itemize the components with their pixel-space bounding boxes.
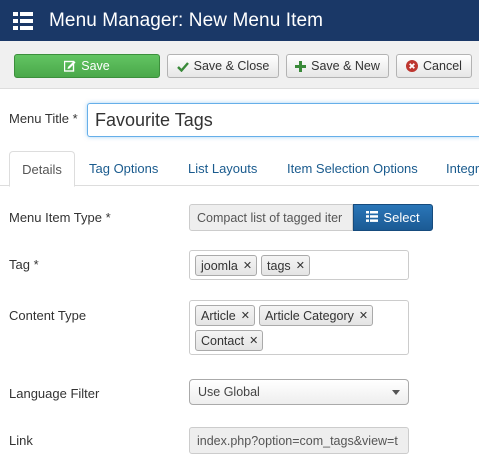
tab-tag-options[interactable]: Tag Options	[89, 151, 158, 186]
link-field: index.php?option=com_tags&view=t	[189, 427, 409, 454]
content-type-chip-label: Contact	[201, 333, 245, 348]
cancel-icon	[406, 60, 419, 72]
save-close-button[interactable]: Save & Close	[167, 54, 279, 78]
tag-chip-label: tags	[267, 258, 291, 273]
page-header: Menu Manager: New Menu Item	[0, 0, 479, 41]
save-button[interactable]: Save	[14, 54, 160, 78]
select-button[interactable]: Select	[353, 204, 433, 231]
remove-icon[interactable]: ✕	[296, 259, 305, 272]
chevron-down-icon	[392, 390, 400, 395]
menu-item-type-field: Compact list of tagged iter	[189, 204, 353, 231]
content-type-chip-label: Article	[201, 308, 236, 323]
save-button-label: Save	[81, 59, 110, 73]
menu-item-type-label: Menu Item Type *	[9, 210, 111, 225]
language-filter-label: Language Filter	[9, 386, 100, 401]
save-close-label: Save & Close	[193, 59, 270, 73]
remove-icon[interactable]: ✕	[241, 309, 250, 322]
content-type-multiselect[interactable]: Article ✕ Article Category ✕ Contact ✕	[189, 300, 409, 355]
edit-icon	[64, 60, 76, 72]
tab-details[interactable]: Details	[9, 151, 75, 187]
remove-icon[interactable]: ✕	[243, 259, 252, 272]
content-type-chip: Contact ✕	[195, 330, 264, 351]
remove-icon[interactable]: ✕	[249, 334, 258, 347]
tab-integration[interactable]: Integr	[446, 151, 479, 186]
language-filter-select[interactable]: Use Global	[189, 379, 409, 405]
remove-icon[interactable]: ✕	[359, 309, 368, 322]
language-filter-value: Use Global	[198, 385, 260, 399]
content-type-chip: Article ✕	[195, 305, 255, 326]
content-type-chip-label: Article Category	[264, 308, 354, 323]
save-new-label: Save & New	[311, 59, 380, 73]
list-icon	[13, 11, 33, 30]
tag-label: Tag *	[9, 257, 39, 272]
cancel-label: Cancel	[423, 59, 462, 73]
toolbar: Save Save & Close Save & New Cancel	[0, 41, 479, 89]
menu-title-input[interactable]	[87, 103, 479, 137]
tag-multiselect[interactable]: joomla ✕ tags ✕	[189, 250, 409, 280]
menu-title-label: Menu Title *	[9, 111, 78, 126]
page-title: Menu Manager: New Menu Item	[49, 9, 324, 31]
list-icon	[366, 210, 379, 225]
cancel-button[interactable]: Cancel	[396, 54, 472, 78]
select-button-label: Select	[383, 210, 420, 225]
plus-icon	[295, 60, 307, 72]
save-new-button[interactable]: Save & New	[286, 54, 389, 78]
tag-chip: joomla ✕	[195, 255, 258, 276]
tab-bar: Details Tag Options List Layouts Item Se…	[0, 151, 479, 187]
content-type-chip: Article Category ✕	[258, 305, 374, 326]
tag-chip: tags ✕	[261, 255, 310, 276]
tag-chip-label: joomla	[201, 258, 238, 273]
content-type-label: Content Type	[9, 308, 87, 323]
tab-item-selection-options[interactable]: Item Selection Options	[287, 151, 418, 186]
link-label: Link	[9, 433, 33, 448]
check-icon	[176, 61, 189, 72]
tab-list-layouts[interactable]: List Layouts	[188, 151, 257, 186]
